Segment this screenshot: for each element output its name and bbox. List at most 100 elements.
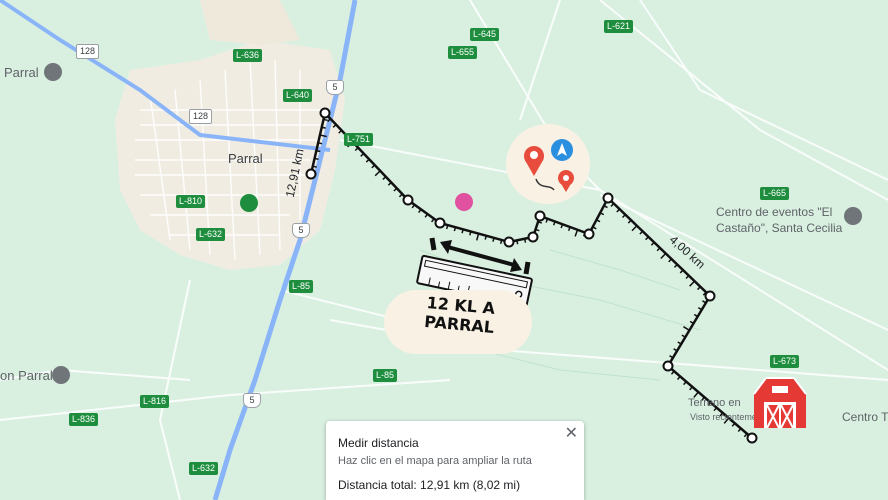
road-shield: L-85 xyxy=(373,369,398,382)
route-tick xyxy=(668,258,672,263)
poi-icon[interactable] xyxy=(44,63,62,81)
route-tick xyxy=(673,348,678,352)
route-tick xyxy=(689,386,693,391)
route-tick xyxy=(702,300,707,304)
highway-shield: 5 xyxy=(326,80,344,95)
route-tick xyxy=(323,118,328,122)
route-tick xyxy=(689,320,694,325)
route-vertex[interactable] xyxy=(662,360,674,372)
location-pins-badge xyxy=(506,124,590,204)
route-tick xyxy=(656,247,661,252)
measure-distance-panel: Medir distancia Haz clic en el mapa para… xyxy=(326,421,584,500)
highway-shield: 5 xyxy=(292,223,310,238)
urban-area-north xyxy=(200,0,300,45)
panel-hint: Haz clic en el mapa para ampliar la ruta xyxy=(338,455,532,467)
place-parral-poi[interactable]: Parral xyxy=(4,65,39,80)
road-shield: L-810 xyxy=(176,195,206,208)
route-tick xyxy=(321,126,326,129)
total-distance: Distancia total: 12,91 km (8,02 mi) xyxy=(338,478,521,492)
route-vertex[interactable] xyxy=(434,217,446,229)
road-shield: L-836 xyxy=(69,413,99,426)
route-tick xyxy=(631,225,638,232)
route-tick xyxy=(360,152,365,157)
route-tick xyxy=(731,422,736,427)
road-shield: L-673 xyxy=(770,355,800,368)
route-tick xyxy=(737,427,742,433)
city-label: Parral xyxy=(228,151,263,166)
route-tick xyxy=(683,326,690,331)
route-tick xyxy=(382,176,387,180)
route-tick xyxy=(670,370,675,375)
route-tick xyxy=(398,193,403,198)
route-tick xyxy=(621,214,626,219)
route-tick xyxy=(418,208,422,214)
route-tick xyxy=(673,263,678,268)
route-tick xyxy=(316,149,321,153)
road-shield: L-632 xyxy=(189,462,219,475)
route-tick xyxy=(639,230,644,235)
route-tick xyxy=(393,187,398,192)
route-tick xyxy=(677,341,682,345)
route-tick xyxy=(387,181,392,186)
road-shield: L-816 xyxy=(140,395,170,408)
park-icon[interactable] xyxy=(240,194,258,212)
route-tick xyxy=(660,252,667,259)
route-tick xyxy=(693,313,699,318)
route-vertex[interactable] xyxy=(534,210,546,222)
road-shield: L-85 xyxy=(289,280,314,293)
church-icon[interactable] xyxy=(52,366,70,384)
map-pins-icon xyxy=(524,139,575,192)
route-tick xyxy=(679,269,684,274)
events-label-1: Centro de eventos "El xyxy=(716,205,833,219)
route-tick xyxy=(354,147,359,152)
route-vertex[interactable] xyxy=(319,107,331,119)
route-vertex[interactable] xyxy=(602,192,614,204)
route-tick xyxy=(317,142,323,145)
annotation-text: 12 KL A PARRAL xyxy=(423,293,496,337)
route-tick xyxy=(365,158,370,163)
road-shield: 128 xyxy=(76,44,100,59)
road-shield: L-665 xyxy=(760,187,790,200)
church-label: on Parral xyxy=(0,368,53,383)
road-shield: 128 xyxy=(189,109,213,124)
route-tick xyxy=(645,236,649,241)
road-shield: L-632 xyxy=(196,228,226,241)
route-tick xyxy=(616,208,621,213)
barn-icon xyxy=(753,377,807,429)
route-tick xyxy=(676,375,681,380)
route-tick xyxy=(431,218,435,223)
venue-icon[interactable] xyxy=(844,207,862,225)
route-tick xyxy=(627,219,632,224)
route-tick xyxy=(574,229,579,237)
route-tick xyxy=(743,433,748,438)
close-icon[interactable]: ✕ xyxy=(565,423,578,443)
road-shield: L-655 xyxy=(448,46,478,59)
panel-title: Medir distancia xyxy=(338,436,419,450)
route-tick xyxy=(312,165,317,168)
route-tick xyxy=(689,280,696,287)
route-vertex[interactable] xyxy=(305,168,317,180)
road-shield: L-621 xyxy=(604,20,634,33)
place-label: Parral xyxy=(4,65,39,80)
route-tick xyxy=(314,157,319,161)
road-shield: L-645 xyxy=(470,28,500,41)
events-label-2: Castaño", Santa Cecilia xyxy=(716,221,843,235)
route-tick xyxy=(696,286,701,291)
route-tick xyxy=(424,213,429,218)
route-tick xyxy=(697,307,703,311)
route-vertex[interactable] xyxy=(402,194,414,206)
route-vertex[interactable] xyxy=(746,432,758,444)
route-tick xyxy=(650,241,655,246)
route-tick xyxy=(681,334,686,338)
route-tick xyxy=(669,355,674,359)
terrain-label: Terreno en xyxy=(688,397,741,409)
route-tick xyxy=(683,381,687,386)
route-vertex[interactable] xyxy=(704,290,716,302)
annotation-bubble: 12 KL A PARRAL xyxy=(384,290,532,354)
route-vertex[interactable] xyxy=(583,228,595,240)
route-tick xyxy=(374,170,381,177)
centro-label: Centro T xyxy=(842,410,888,424)
highway-shield: 5 xyxy=(243,393,261,408)
shopping-icon[interactable] xyxy=(455,193,473,211)
road-shield: L-640 xyxy=(283,89,313,102)
